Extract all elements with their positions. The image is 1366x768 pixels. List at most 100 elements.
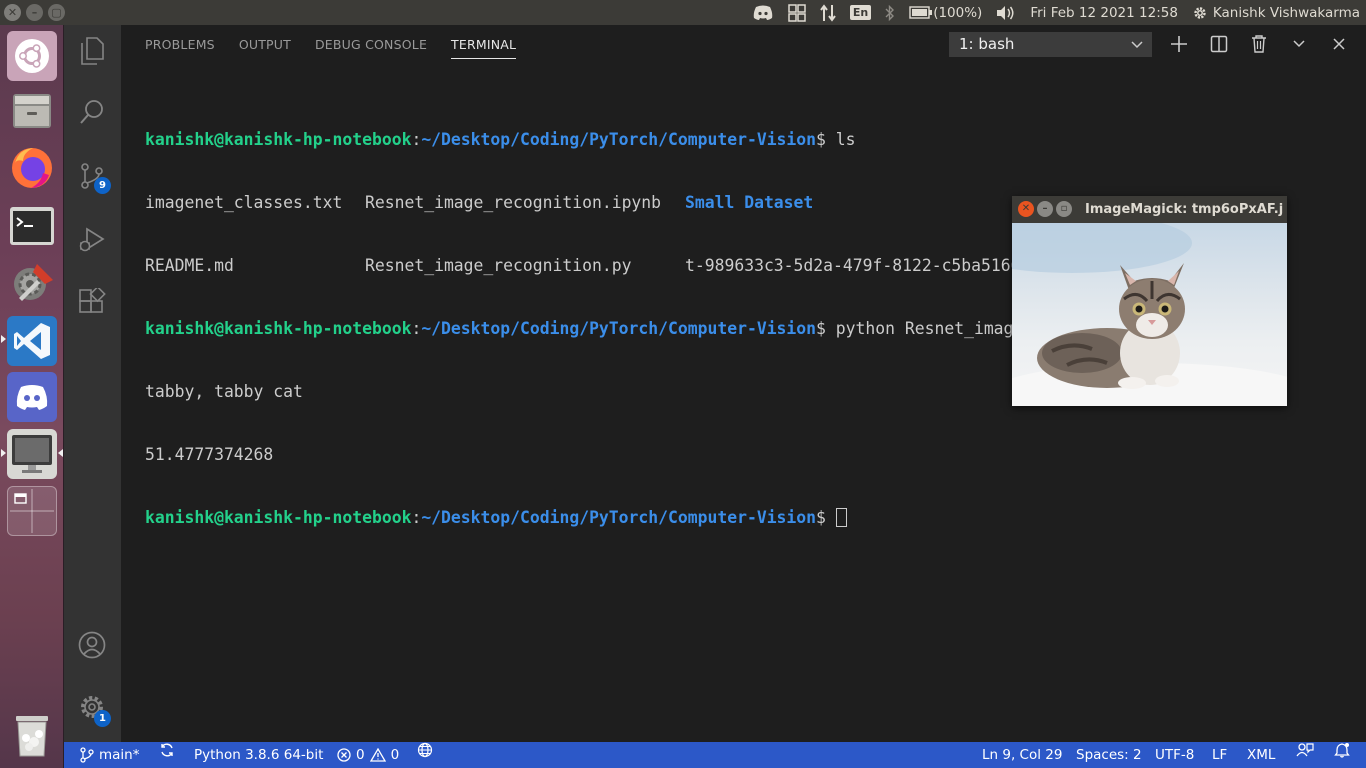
window-maximize-button[interactable]: ▢ [48, 4, 65, 21]
error-count: 0 [356, 747, 365, 763]
git-branch-icon [80, 747, 94, 763]
command-text: ls [835, 130, 856, 149]
manage-badge: 1 [94, 710, 111, 727]
ubuntu-logo-icon [15, 39, 49, 73]
launcher-system-settings[interactable] [7, 258, 57, 308]
feedback-icon[interactable] [1296, 742, 1314, 758]
git-branch-status[interactable]: main* [80, 742, 139, 768]
prompt-path: ~/Desktop/Coding/PyTorch/Computer-Vision [421, 130, 817, 149]
split-terminal-icon[interactable] [1209, 32, 1229, 56]
imagemagick-minimize-button[interactable]: – [1037, 201, 1053, 217]
system-settings-icon [14, 264, 53, 301]
extensions-icon[interactable] [78, 288, 106, 316]
terminal-line: kanishk@kanishk-hp-notebook:~/Desktop/Co… [145, 130, 856, 149]
clock[interactable]: Fri Feb 12 2021 12:58 [1030, 5, 1178, 21]
problems-status[interactable]: 0 0 [337, 742, 399, 768]
prompt-user: kanishk@kanishk-hp-notebook [145, 130, 412, 149]
source-control-badge: 9 [94, 177, 111, 194]
maximize-panel-chevron-icon[interactable] [1289, 32, 1309, 56]
volume-icon[interactable] [996, 5, 1016, 21]
prompt-user: kanishk@kanishk-hp-notebook [145, 319, 412, 338]
imagemagick-title: ImageMagick: tmp6oPxAF.j [1085, 202, 1284, 217]
settings-gear-icon [1194, 6, 1206, 19]
files-icon [13, 94, 51, 128]
launcher-ubuntu-dash[interactable] [7, 31, 57, 81]
battery-percent: (100%) [933, 4, 983, 21]
launcher-terminal[interactable] [7, 201, 57, 251]
vscode-icon [14, 323, 50, 359]
search-icon[interactable] [78, 98, 106, 126]
ls-entry: README.md [145, 256, 234, 275]
remote-desktop-running-indicator [1, 449, 6, 457]
prompt-path: ~/Desktop/Coding/PyTorch/Computer-Vision [421, 508, 817, 527]
launcher-workspace-switcher[interactable] [7, 486, 57, 536]
notifications-bell-icon[interactable] [1334, 742, 1350, 758]
session-menu[interactable]: Kanishk Vishwakarma [1192, 5, 1360, 21]
workspace-switcher-icon [10, 489, 54, 533]
new-terminal-plus-icon[interactable] [1169, 32, 1189, 56]
encoding-status[interactable]: UTF-8 [1155, 742, 1194, 768]
ls-entry: imagenet_classes.txt [145, 193, 343, 212]
accounts-icon[interactable] [78, 631, 106, 659]
tab-problems[interactable]: PROBLEMS [145, 25, 215, 65]
ls-entry-directory: Small Dataset [685, 193, 814, 212]
imagemagick-window[interactable]: ✕ – ▫ ImageMagick: tmp6oPxAF.j [1012, 196, 1287, 406]
sync-icon[interactable] [159, 742, 175, 758]
network-icon[interactable] [820, 3, 836, 22]
trash-icon [16, 716, 48, 757]
window-minimize-button[interactable]: – [26, 4, 43, 21]
launcher-discord[interactable] [7, 372, 57, 422]
status-bar: main* Python 3.8.6 64-bit 0 0 Ln 9, Col … [64, 742, 1366, 768]
launcher-remote-desktop[interactable] [7, 429, 57, 479]
kill-terminal-trash-icon[interactable] [1249, 32, 1269, 56]
language-mode-status[interactable]: XML [1247, 742, 1275, 768]
discord-icon[interactable] [752, 5, 774, 21]
ls-entry: Resnet_image_recognition.py [365, 256, 632, 275]
git-branch-name: main* [99, 747, 140, 763]
imagemagick-window-controls: ✕ – ▫ [1018, 201, 1072, 217]
run-debug-icon[interactable] [78, 225, 106, 253]
discord-app-icon [16, 385, 48, 410]
source-control-icon[interactable]: 9 [78, 162, 111, 194]
battery-icon [909, 6, 933, 19]
tab-terminal[interactable]: TERMINAL [451, 25, 517, 65]
system-tray: En (100%) Fri Feb 12 2021 12:58 Kanishk … [752, 0, 1366, 25]
terminal-cursor [835, 508, 847, 527]
imagemagick-maximize-button[interactable]: ▫ [1056, 201, 1072, 217]
terminal-icon [10, 207, 54, 245]
window-close-button[interactable]: ✕ [4, 4, 21, 21]
prompt-user: kanishk@kanishk-hp-notebook [145, 508, 412, 527]
explorer-icon[interactable] [78, 37, 106, 65]
battery-indicator[interactable]: (100%) [909, 5, 982, 21]
cursor-position-status[interactable]: Ln 9, Col 29 [982, 742, 1062, 768]
launcher-firefox[interactable] [7, 143, 57, 193]
manage-gear-icon[interactable]: 1 [78, 693, 111, 727]
workspaces-icon[interactable] [788, 3, 806, 22]
desktop: { "top_panel": { "keyboard_layout": "En"… [0, 0, 1366, 768]
imagemagick-close-button[interactable]: ✕ [1018, 201, 1034, 217]
close-panel-icon[interactable] [1329, 32, 1349, 56]
terminal-line: kanishk@kanishk-hp-notebook:~/Desktop/Co… [145, 507, 1240, 528]
vscode-running-indicator [1, 335, 6, 343]
cat-photo [1012, 223, 1287, 406]
ls-entry: Resnet_image_recognition.ipynb [365, 193, 662, 212]
indentation-status[interactable]: Spaces: 2 [1076, 742, 1142, 768]
imagemagick-titlebar[interactable]: ✕ – ▫ ImageMagick: tmp6oPxAF.j [1012, 196, 1287, 223]
launcher-trash[interactable] [7, 710, 57, 760]
bluetooth-icon[interactable] [885, 4, 895, 21]
tab-debug-console[interactable]: DEBUG CONSOLE [315, 25, 427, 65]
warning-count: 0 [390, 747, 400, 763]
keyboard-layout-indicator[interactable]: En [849, 5, 872, 20]
launcher [0, 25, 64, 768]
python-interpreter-status[interactable]: Python 3.8.6 64-bit [194, 742, 323, 768]
launcher-files[interactable] [7, 86, 57, 136]
launcher-vscode[interactable] [7, 316, 57, 366]
error-icon [337, 748, 351, 762]
terminal-instance-select[interactable]: 1: bash [949, 32, 1152, 57]
chevron-down-icon [1130, 32, 1144, 65]
eol-status[interactable]: LF [1212, 742, 1227, 768]
tab-output[interactable]: OUTPUT [239, 25, 291, 65]
globe-icon[interactable] [417, 742, 433, 758]
activity-bar: 9 1 [64, 25, 121, 742]
warning-icon [369, 748, 386, 762]
